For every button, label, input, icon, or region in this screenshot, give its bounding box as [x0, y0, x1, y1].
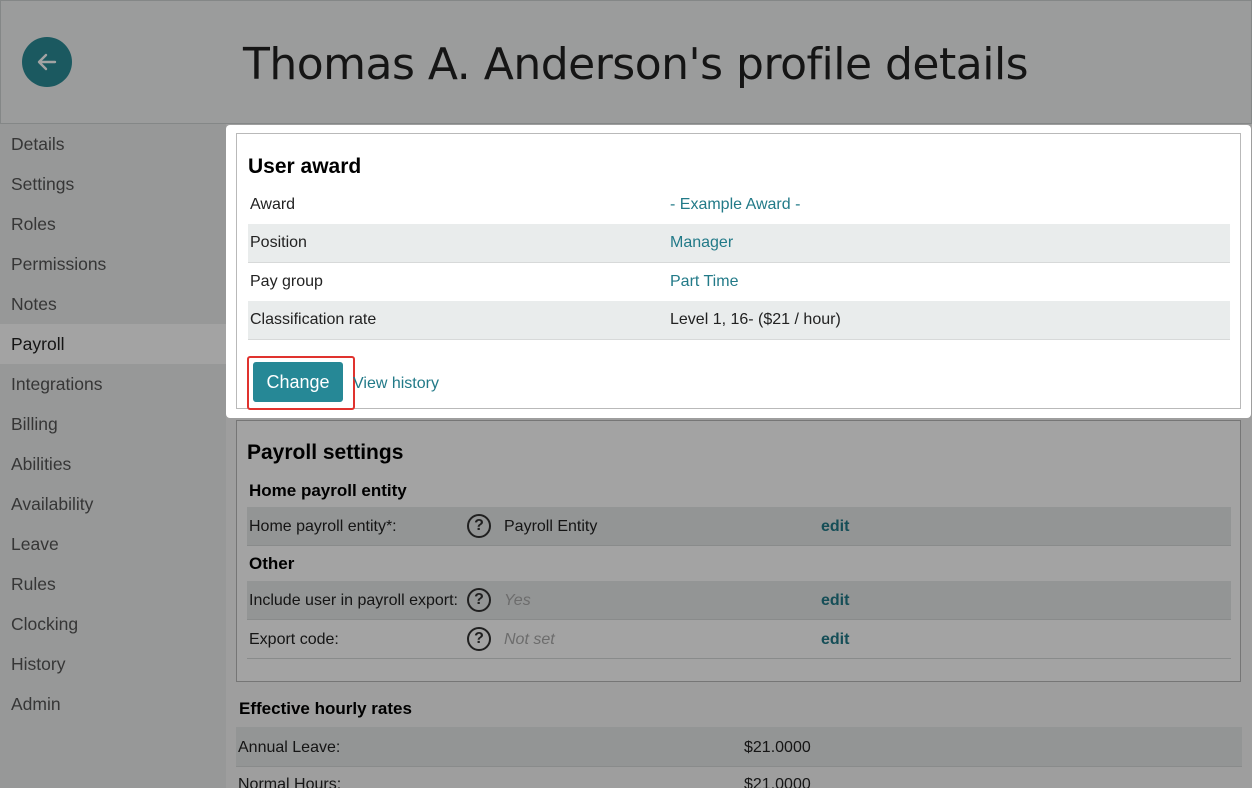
- table-row: Classification rate Level 1, 16- ($21 / …: [248, 301, 1230, 340]
- view-history-link[interactable]: View history: [353, 375, 439, 393]
- position-link[interactable]: Manager: [670, 234, 733, 252]
- rate-value: $21.0000: [744, 739, 811, 756]
- sidebar: Details Settings Roles Permissions Notes…: [0, 124, 226, 788]
- table-row: Normal Hours: $21.0000: [236, 767, 1242, 788]
- back-button[interactable]: [22, 37, 72, 87]
- help-icon[interactable]: ?: [467, 514, 491, 538]
- change-button[interactable]: Change: [253, 362, 343, 402]
- sidebar-item-settings[interactable]: Settings: [0, 164, 226, 204]
- award-link[interactable]: - Example Award -: [670, 196, 800, 214]
- classification-rate-value: Level 1, 16- ($21 / hour): [670, 311, 841, 328]
- sidebar-item-permissions[interactable]: Permissions: [0, 244, 226, 284]
- table-row: Award - Example Award -: [248, 186, 1230, 225]
- arrow-left-icon: [37, 53, 57, 71]
- table-row: Pay group Part Time: [248, 263, 1230, 302]
- user-award-section: User award Award - Example Award - Posit…: [236, 133, 1241, 410]
- table-row: Export code: ? Not set edit: [247, 620, 1231, 659]
- sidebar-item-abilities[interactable]: Abilities: [0, 444, 226, 484]
- user-award-highlight: User award Award - Example Award - Posit…: [226, 125, 1251, 418]
- home-payroll-entity-heading: Home payroll entity: [249, 481, 407, 500]
- sidebar-item-roles[interactable]: Roles: [0, 204, 226, 244]
- table-row: Include user in payroll export: ? Yes ed…: [247, 581, 1231, 620]
- edit-link[interactable]: edit: [821, 592, 849, 610]
- user-award-title: User award: [248, 155, 362, 178]
- sidebar-item-rules[interactable]: Rules: [0, 564, 226, 604]
- payroll-settings-section: Payroll settings Home payroll entity Hom…: [236, 420, 1241, 682]
- row-value: Yes: [504, 592, 531, 609]
- edit-link[interactable]: edit: [821, 518, 849, 536]
- sidebar-item-availability[interactable]: Availability: [0, 484, 226, 524]
- row-label: Classification rate: [250, 311, 377, 328]
- table-row: Home payroll entity*: ? Payroll Entity e…: [247, 507, 1231, 546]
- sidebar-item-details[interactable]: Details: [0, 124, 226, 164]
- rate-value: $21.0000: [744, 776, 811, 788]
- sidebar-item-history[interactable]: History: [0, 644, 226, 684]
- help-icon[interactable]: ?: [467, 627, 491, 651]
- change-button-highlight: Change: [247, 356, 355, 410]
- sidebar-item-billing[interactable]: Billing: [0, 404, 226, 444]
- row-label: Export code:: [249, 631, 339, 648]
- sidebar-item-payroll[interactable]: Payroll: [0, 324, 226, 364]
- rate-label: Normal Hours:: [238, 776, 342, 788]
- page-title: Thomas A. Anderson's profile details: [243, 39, 1029, 90]
- sidebar-item-clocking[interactable]: Clocking: [0, 604, 226, 644]
- table-row: Annual Leave: $21.0000: [236, 727, 1242, 767]
- rate-label: Annual Leave:: [238, 739, 341, 756]
- help-icon[interactable]: ?: [467, 588, 491, 612]
- row-label: Include user in payroll export:: [249, 592, 458, 609]
- other-heading: Other: [249, 554, 295, 573]
- page-header: Thomas A. Anderson's profile details: [0, 0, 1252, 124]
- row-label: Position: [250, 234, 307, 251]
- row-value: Payroll Entity: [504, 518, 598, 535]
- row-label: Pay group: [250, 273, 323, 290]
- pay-group-link[interactable]: Part Time: [670, 273, 738, 291]
- sidebar-item-integrations[interactable]: Integrations: [0, 364, 226, 404]
- sidebar-item-admin[interactable]: Admin: [0, 684, 226, 724]
- edit-link[interactable]: edit: [821, 631, 849, 649]
- row-label: Home payroll entity*:: [249, 518, 397, 535]
- table-row: Position Manager: [248, 224, 1230, 263]
- row-value: Not set: [504, 631, 555, 648]
- effective-hourly-rates-title: Effective hourly rates: [239, 699, 412, 718]
- sidebar-item-leave[interactable]: Leave: [0, 524, 226, 564]
- payroll-settings-title: Payroll settings: [247, 441, 404, 464]
- row-label: Award: [250, 196, 296, 213]
- sidebar-item-notes[interactable]: Notes: [0, 284, 226, 324]
